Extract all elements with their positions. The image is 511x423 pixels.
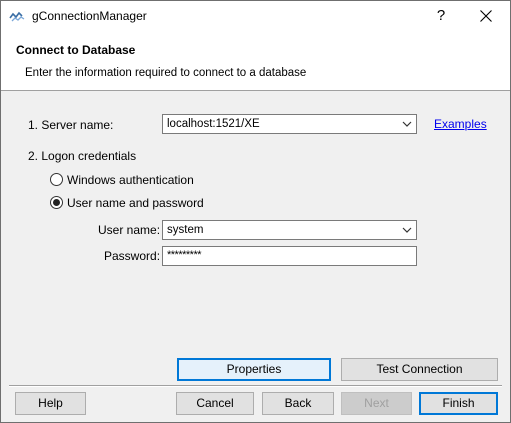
title-bar: gConnectionManager ? bbox=[1, 1, 510, 32]
back-button[interactable]: Back bbox=[262, 392, 334, 415]
test-connection-button[interactable]: Test Connection bbox=[341, 358, 498, 381]
user-name-combobox[interactable]: system bbox=[162, 220, 417, 240]
window-title: gConnectionManager bbox=[32, 9, 147, 23]
examples-link[interactable]: Examples bbox=[434, 117, 487, 131]
page-title: Connect to Database bbox=[16, 43, 136, 57]
password-value: ********* bbox=[167, 249, 202, 261]
finish-button[interactable]: Finish bbox=[419, 392, 498, 415]
chevron-down-icon[interactable] bbox=[402, 121, 412, 128]
chevron-down-icon[interactable] bbox=[402, 227, 412, 234]
cancel-button[interactable]: Cancel bbox=[176, 392, 254, 415]
server-name-value: localhost:1521/XE bbox=[167, 118, 260, 130]
properties-button[interactable]: Properties bbox=[177, 358, 331, 381]
close-button[interactable] bbox=[471, 5, 501, 27]
password-field[interactable]: ********* bbox=[162, 246, 417, 266]
user-name-label: User name: bbox=[98, 223, 161, 237]
server-name-combobox[interactable]: localhost:1521/XE bbox=[162, 114, 417, 134]
username-password-label[interactable]: User name and password bbox=[67, 196, 204, 210]
app-icon bbox=[9, 9, 25, 23]
connection-dialog: gConnectionManager ? Connect to Database… bbox=[0, 0, 511, 423]
page-subtitle: Enter the information required to connec… bbox=[25, 67, 307, 79]
logon-credentials-label: 2. Logon credentials bbox=[28, 149, 137, 163]
title-help-button[interactable]: ? bbox=[429, 5, 453, 27]
next-button[interactable]: Next bbox=[341, 392, 412, 415]
user-name-value: system bbox=[167, 224, 204, 236]
footer-divider bbox=[9, 385, 502, 387]
windows-auth-radio[interactable] bbox=[50, 173, 63, 186]
server-name-label: 1. Server name: bbox=[28, 118, 114, 132]
password-label: Password: bbox=[104, 249, 161, 263]
username-password-radio[interactable] bbox=[50, 196, 63, 209]
windows-auth-label[interactable]: Windows authentication bbox=[67, 173, 194, 187]
wizard-header: Connect to Database Enter the informatio… bbox=[1, 32, 510, 91]
close-icon bbox=[480, 10, 492, 22]
help-button[interactable]: Help bbox=[15, 392, 86, 415]
